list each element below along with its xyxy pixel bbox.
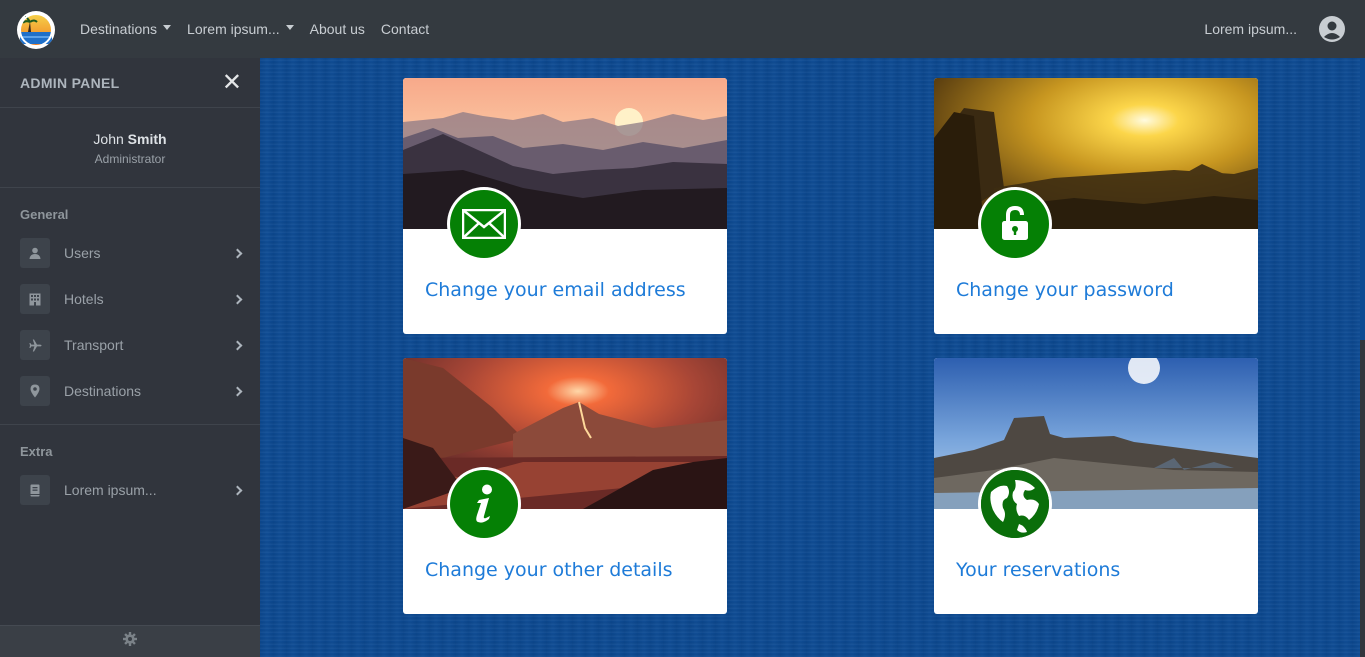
nav-contact-label: Contact bbox=[380, 21, 430, 37]
sidebar-item-lorem-ipsum[interactable]: Lorem ipsum... bbox=[0, 467, 260, 513]
nav-destinations-label: Destinations bbox=[80, 21, 158, 37]
map-marker-icon bbox=[20, 376, 50, 406]
chevron-down-icon bbox=[163, 24, 172, 30]
sidebar-footer bbox=[0, 625, 260, 657]
admin-sidebar: ADMIN PANEL ✕ John Smith Administrator G… bbox=[0, 58, 260, 657]
chevron-right-icon bbox=[232, 485, 243, 495]
sidebar-title: ADMIN PANEL bbox=[20, 74, 120, 91]
globe-icon bbox=[981, 470, 1049, 538]
book-icon bbox=[20, 475, 50, 505]
main-content: Change your email address Change your pa… bbox=[260, 58, 1360, 657]
sidebar-user-info: John Smith Administrator bbox=[0, 108, 260, 188]
card-change-other-details[interactable]: Change your other details bbox=[403, 358, 727, 614]
user-icon bbox=[20, 238, 50, 268]
sidebar-item-label: Lorem ipsum... bbox=[64, 482, 157, 498]
gear-icon[interactable] bbox=[123, 632, 137, 651]
sunset-beach-logo[interactable] bbox=[17, 11, 55, 49]
sidebar-item-label: Users bbox=[64, 245, 101, 261]
nav-right-link[interactable]: Lorem ipsum... bbox=[1204, 21, 1297, 37]
sidebar-item-destinations[interactable]: Destinations bbox=[0, 368, 260, 414]
card-your-reservations[interactable]: Your reservations bbox=[934, 358, 1258, 614]
lock-icon bbox=[981, 190, 1049, 258]
chevron-right-icon bbox=[232, 340, 243, 350]
sidebar-item-transport[interactable]: Transport bbox=[0, 322, 260, 368]
card-badge bbox=[978, 467, 1052, 541]
chevron-right-icon bbox=[232, 294, 243, 304]
nav-lorem-ipsum[interactable]: Lorem ipsum... bbox=[187, 21, 294, 37]
sidebar-item-label: Destinations bbox=[64, 383, 142, 399]
building-icon bbox=[20, 284, 50, 314]
user-role: Administrator bbox=[94, 152, 166, 166]
chevron-right-icon bbox=[232, 386, 243, 396]
sidebar-section-extra: Extra bbox=[20, 444, 53, 459]
sidebar-item-label: Hotels bbox=[64, 291, 104, 307]
nav-contact[interactable]: Contact bbox=[381, 21, 429, 37]
nav-destinations[interactable]: Destinations bbox=[80, 21, 172, 37]
card-change-email[interactable]: Change your email address bbox=[403, 78, 727, 334]
info-icon bbox=[450, 470, 518, 538]
card-title[interactable]: Change your email address bbox=[425, 279, 686, 301]
user-first-name: John bbox=[93, 131, 124, 147]
sidebar-item-hotels[interactable]: Hotels bbox=[0, 276, 260, 322]
right-edge-strip bbox=[1360, 58, 1365, 340]
nav-about-us-label: About us bbox=[309, 21, 365, 37]
sidebar-item-label: Transport bbox=[64, 337, 124, 353]
card-badge bbox=[447, 187, 521, 261]
user-circle-icon[interactable] bbox=[1319, 16, 1345, 42]
nav-about-us[interactable]: About us bbox=[310, 21, 365, 37]
card-title[interactable]: Change your other details bbox=[425, 559, 673, 581]
user-name: John Smith bbox=[0, 131, 260, 147]
sidebar-item-users[interactable]: Users bbox=[0, 230, 260, 276]
card-change-password[interactable]: Change your password bbox=[934, 78, 1258, 334]
chevron-right-icon bbox=[232, 248, 243, 258]
nav-menu: Destinations Lorem ipsum... About us Con… bbox=[80, 0, 445, 58]
user-last-name: Smith bbox=[127, 131, 167, 147]
close-icon[interactable]: ✕ bbox=[222, 70, 242, 95]
chevron-down-icon bbox=[285, 24, 294, 30]
card-badge bbox=[978, 187, 1052, 261]
envelope-icon bbox=[450, 190, 518, 258]
plane-icon bbox=[20, 330, 50, 360]
card-title[interactable]: Your reservations bbox=[956, 559, 1120, 581]
card-title[interactable]: Change your password bbox=[956, 279, 1174, 301]
top-navbar: Destinations Lorem ipsum... About us Con… bbox=[0, 0, 1365, 58]
sidebar-header: ADMIN PANEL ✕ bbox=[0, 58, 260, 108]
nav-lorem-ipsum-label: Lorem ipsum... bbox=[187, 21, 280, 37]
card-badge bbox=[447, 467, 521, 541]
sidebar-section-general: General bbox=[20, 207, 69, 222]
